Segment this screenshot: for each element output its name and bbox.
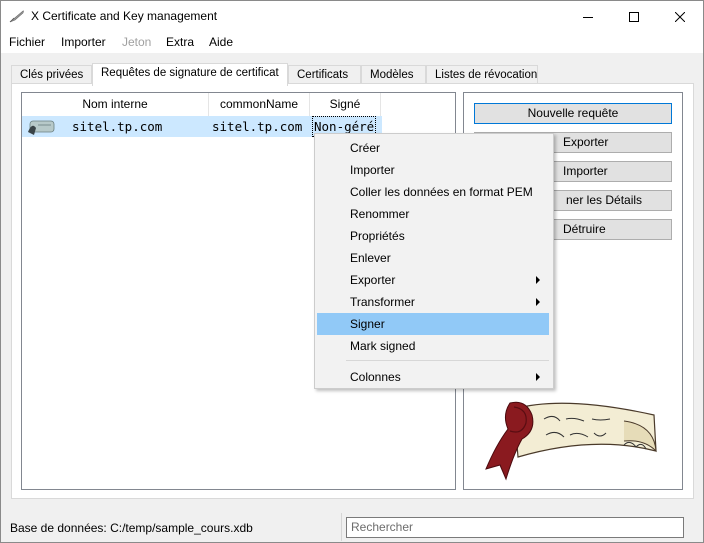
app-window: X Certificate and Key management Fichier… (0, 0, 704, 543)
menu-separator (346, 360, 549, 361)
tab-signing-requests[interactable]: Requêtes de signature de certificat (92, 63, 288, 86)
import-label: Importer (563, 164, 608, 178)
new-request-button[interactable]: Nouvelle requête (474, 103, 672, 124)
window-title: X Certificate and Key management (31, 9, 218, 23)
minimize-icon (583, 16, 593, 18)
tab-certificates[interactable]: Certificats (288, 65, 361, 85)
submenu-arrow-icon (536, 276, 540, 284)
close-button[interactable] (657, 1, 703, 32)
status-separator (341, 513, 342, 541)
cell-common-name: sitel.tp.com (212, 119, 303, 134)
menu-item-mark-signed[interactable]: Mark signed (317, 335, 549, 357)
feather-pen-icon (9, 10, 24, 23)
menu-importer[interactable]: Importer (61, 35, 106, 49)
menu-item-columns-label: Colonnes (350, 370, 401, 384)
menu-item-export-label: Exporter (350, 273, 396, 287)
destroy-label: Détruire (563, 222, 606, 236)
show-details-label: ner les Détails (566, 193, 643, 207)
tab-private-keys[interactable]: Clés privées (11, 65, 92, 85)
tab-templates[interactable]: Modèles (361, 65, 426, 85)
menu-item-export[interactable]: Exporter (317, 269, 549, 291)
menu-item-create[interactable]: Créer (317, 137, 549, 159)
column-header-signed[interactable]: Signé (310, 93, 381, 116)
menu-item-properties[interactable]: Propriétés (317, 225, 549, 247)
search-input[interactable]: Rechercher (346, 517, 684, 538)
menu-item-import[interactable]: Importer (317, 159, 549, 181)
menu-aide[interactable]: Aide (209, 35, 233, 49)
close-icon (675, 11, 685, 22)
menu-item-columns[interactable]: Colonnes (317, 366, 549, 388)
submenu-arrow-icon (536, 373, 540, 381)
menu-item-sign[interactable]: Signer (317, 313, 549, 335)
cell-internal-name: sitel.tp.com (72, 119, 163, 134)
submenu-arrow-icon (536, 298, 540, 306)
menu-item-paste-pem[interactable]: Coller les données en format PEM (317, 181, 549, 203)
menu-extra[interactable]: Extra (166, 35, 194, 49)
title-bar: X Certificate and Key management (1, 1, 703, 32)
column-header-internal-name[interactable]: Nom interne (22, 93, 209, 116)
maximize-icon (629, 11, 639, 22)
list-header: Nom interne commonName Signé (22, 93, 382, 116)
scroll-icon (28, 120, 55, 135)
menu-item-transform[interactable]: Transformer (317, 291, 549, 313)
database-path: Base de données: C:/temp/sample_cours.xd… (10, 521, 253, 535)
certificate-scroll-illustration (485, 401, 657, 481)
minimize-button[interactable] (565, 1, 611, 32)
maximize-button[interactable] (611, 1, 657, 32)
tab-revocation-lists[interactable]: Listes de révocation (426, 65, 538, 85)
menu-bar: Fichier Importer Jeton Extra Aide (1, 32, 703, 53)
menu-fichier[interactable]: Fichier (9, 35, 45, 49)
menu-item-rename[interactable]: Renommer (317, 203, 549, 225)
context-menu: Créer Importer Coller les données en for… (314, 133, 554, 389)
column-header-common-name[interactable]: commonName (209, 93, 310, 116)
menu-jeton[interactable]: Jeton (122, 35, 151, 49)
new-request-label: Nouvelle requête (527, 106, 619, 120)
export-label: Exporter (563, 135, 609, 149)
menu-item-transform-label: Transformer (350, 295, 415, 309)
menu-item-remove[interactable]: Enlever (317, 247, 549, 269)
